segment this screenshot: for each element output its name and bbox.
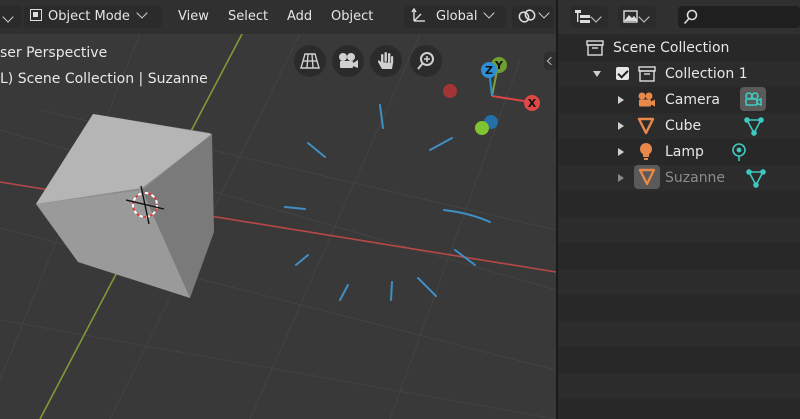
lamp-object-icon	[640, 143, 652, 160]
collection-label: Collection 1	[665, 66, 748, 82]
object-name-lamp: Lamp	[665, 144, 704, 160]
display-mode-dropdown[interactable]	[570, 6, 608, 28]
filter-dropdown[interactable]	[618, 6, 656, 28]
chevron-down-icon	[483, 7, 496, 19]
scene-collection-label: Scene Collection	[613, 40, 730, 56]
gizmo-neg-y-icon[interactable]	[475, 121, 489, 135]
gizmo-x-label: X	[528, 97, 537, 110]
menu-object[interactable]: Object	[325, 6, 379, 28]
active-object-highlight	[634, 165, 660, 189]
camera-object-icon	[638, 92, 655, 107]
mesh-data-icon[interactable]	[746, 168, 766, 188]
link-icon	[518, 8, 536, 23]
chevron-down-icon	[638, 11, 650, 23]
menu-select[interactable]: Select	[222, 6, 274, 28]
expand-triangle-icon[interactable]	[593, 71, 601, 77]
outliner-empty-row	[558, 347, 800, 373]
outliner-row-scene-collection[interactable]: Scene Collection	[558, 35, 800, 61]
mesh-data-icon[interactable]	[744, 116, 764, 136]
pan-view-button[interactable]	[370, 45, 402, 77]
mode-label: Object Mode	[48, 9, 130, 24]
gizmo-neg-x-icon[interactable]	[443, 84, 457, 98]
outliner-search-input[interactable]	[678, 6, 800, 28]
outliner-row-collection[interactable]: Collection 1	[558, 61, 800, 87]
collection-box-icon	[638, 66, 656, 82]
camera-view-button[interactable]	[332, 45, 364, 77]
expand-triangle-icon[interactable]	[618, 148, 624, 156]
viewport-context-label: L) Scene Collection | Suzanne	[0, 71, 208, 87]
navigation-gizmo[interactable]: Y Z X	[443, 57, 540, 135]
outliner-empty-row	[558, 295, 800, 321]
3d-viewport[interactable]: Y Z X ser Perspective L) Scene Collectio…	[0, 0, 556, 419]
camera-view-icon	[339, 53, 358, 68]
search-icon	[683, 9, 698, 25]
chevron-down-icon	[590, 11, 602, 23]
editor-type-button[interactable]	[0, 6, 22, 28]
zoom-view-button[interactable]	[410, 45, 442, 77]
gizmo-z-label: Z	[485, 64, 493, 77]
expand-triangle-icon[interactable]	[618, 122, 624, 130]
outliner-empty-row	[558, 191, 800, 217]
image-filter-icon	[623, 10, 638, 23]
outliner-row-cube[interactable]: Cube	[558, 113, 800, 139]
outliner-row-suzanne[interactable]: Suzanne	[558, 165, 800, 191]
outliner-empty-row	[558, 399, 800, 419]
lamp-data-icon[interactable]	[730, 142, 748, 162]
mode-dropdown[interactable]: Object Mode	[24, 6, 162, 28]
outliner-empty-row	[558, 373, 800, 399]
object-name-suzanne: Suzanne	[665, 170, 726, 186]
sidebar-toggle-button[interactable]	[544, 52, 556, 70]
exclude-checkbox[interactable]	[616, 67, 629, 80]
outliner-header	[558, 0, 800, 34]
expand-triangle-icon[interactable]	[618, 96, 624, 104]
viewport-header: Object Mode View Select Add Object Globa…	[0, 0, 556, 34]
chevron-down-icon	[538, 7, 550, 19]
camera-data-button[interactable]	[740, 87, 766, 111]
zoom-icon	[417, 52, 434, 70]
object-name-camera: Camera	[665, 92, 720, 108]
toggle-perspective-button[interactable]	[294, 45, 326, 77]
menu-add[interactable]: Add	[281, 6, 318, 28]
outliner-empty-row	[558, 321, 800, 347]
cube-object[interactable]	[36, 114, 214, 298]
outliner-list-icon	[575, 10, 590, 23]
outliner-row-lamp[interactable]: Lamp	[558, 139, 800, 165]
checkmark-icon	[617, 67, 629, 79]
object-mode-icon	[30, 8, 42, 21]
chevron-left-icon	[546, 56, 556, 66]
outliner-panel: Scene Collection Collection 1 Camera Cub…	[558, 0, 800, 419]
mesh-object-icon	[637, 117, 655, 135]
collection-box-icon	[586, 40, 604, 56]
menu-view[interactable]: View	[172, 6, 215, 28]
outliner-empty-row	[558, 243, 800, 269]
transform-orientation-dropdown[interactable]: Global	[404, 6, 506, 28]
viewport-scene[interactable]: Y Z X	[0, 0, 556, 419]
chevron-down-icon	[136, 7, 148, 19]
hand-pan-icon	[378, 52, 394, 69]
outliner-empty-row	[558, 269, 800, 295]
camera-data-icon	[745, 92, 762, 107]
mesh-object-icon	[638, 168, 656, 186]
grid-perspective-icon	[300, 53, 320, 69]
view-perspective-label: ser Perspective	[0, 45, 108, 61]
outliner-empty-row	[558, 217, 800, 243]
snap-dropdown[interactable]	[512, 6, 554, 28]
orientation-label: Global	[436, 9, 478, 24]
outliner-row-camera[interactable]: Camera	[558, 87, 800, 113]
orientation-axes-icon	[411, 7, 425, 22]
expand-triangle-icon[interactable]	[618, 174, 624, 182]
object-name-cube: Cube	[665, 118, 702, 134]
chevron-down-icon	[2, 11, 14, 23]
